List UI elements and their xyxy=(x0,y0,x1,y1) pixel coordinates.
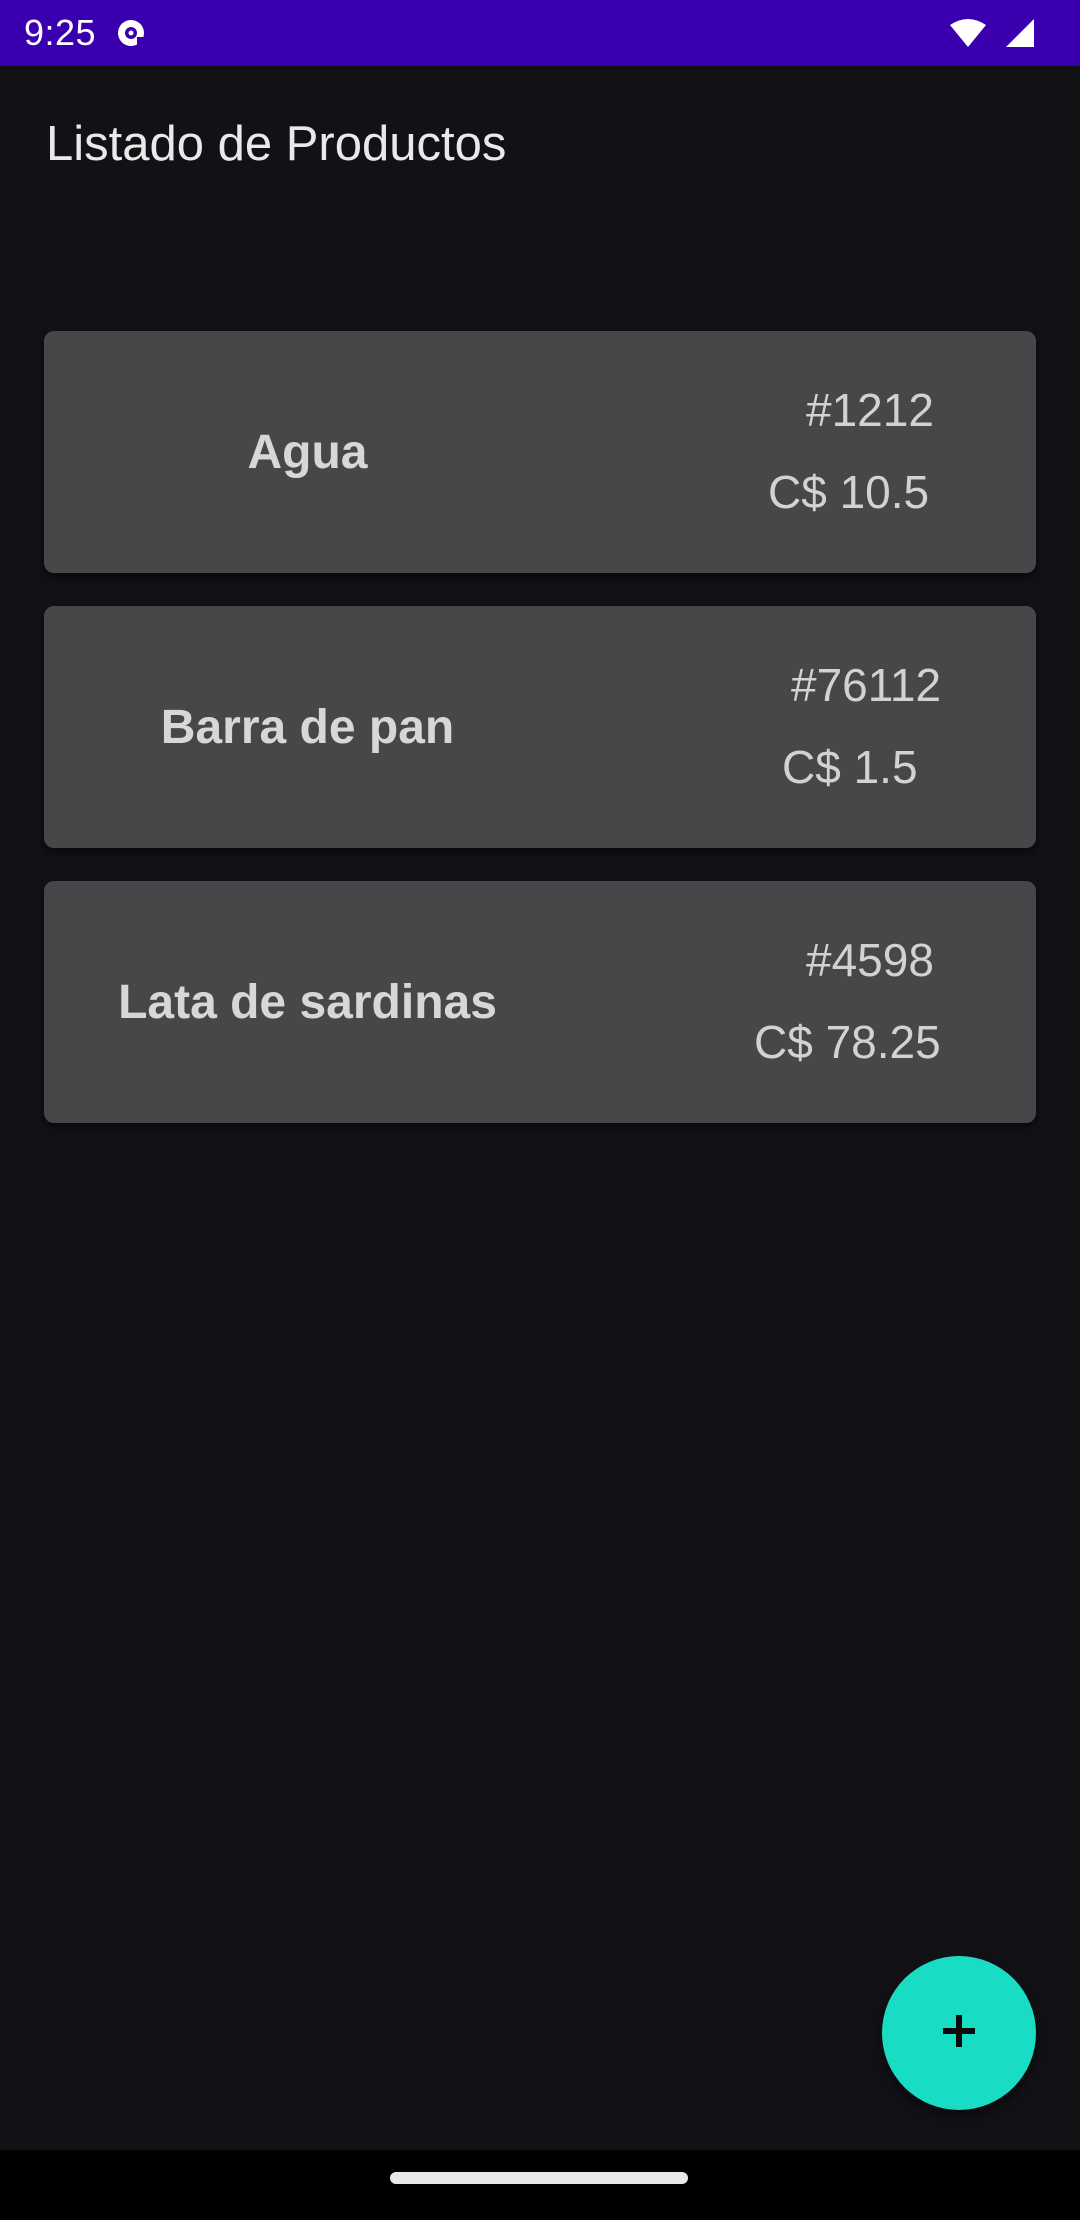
product-code: #76112 xyxy=(791,659,942,711)
product-card-barra-de-pan[interactable]: Barra de pan #76112 C$ 1.5 xyxy=(44,606,1036,848)
status-time: 9:25 xyxy=(24,12,97,53)
product-card-agua[interactable]: Agua #1212 C$ 10.5 xyxy=(44,331,1036,573)
product-name: Barra de pan xyxy=(160,700,455,754)
status-icons xyxy=(948,17,1056,49)
product-details: #1212 C$ 10.5 xyxy=(644,331,1060,573)
product-code: #1212 xyxy=(806,384,934,436)
page-title: Listado de Productos xyxy=(46,117,507,171)
signal-icon xyxy=(1002,17,1036,49)
product-price: C$ 78.25 xyxy=(754,1016,941,1068)
product-list: Agua #1212 C$ 10.5 Barra de pan #76112 C… xyxy=(44,331,1036,1156)
product-code: #4598 xyxy=(806,934,934,986)
navigation-bar xyxy=(0,2150,1080,2220)
notification-icon xyxy=(114,16,148,50)
plus-icon xyxy=(939,2011,979,2056)
product-details: #4598 C$ 78.25 xyxy=(644,881,1060,1123)
product-price: C$ 1.5 xyxy=(782,741,918,793)
add-product-button[interactable] xyxy=(882,1956,1036,2110)
product-details: #76112 C$ 1.5 xyxy=(644,606,1060,848)
status-bar: 9:25 xyxy=(0,0,1080,66)
product-name: Lata de sardinas xyxy=(118,975,497,1029)
home-indicator[interactable] xyxy=(390,2172,688,2184)
app-bar: Listado de Productos xyxy=(0,66,1080,226)
product-name: Agua xyxy=(247,425,368,479)
product-price: C$ 10.5 xyxy=(768,466,930,518)
product-card-lata-de-sardinas[interactable]: Lata de sardinas #4598 C$ 78.25 xyxy=(44,881,1036,1123)
wifi-icon xyxy=(948,17,988,49)
